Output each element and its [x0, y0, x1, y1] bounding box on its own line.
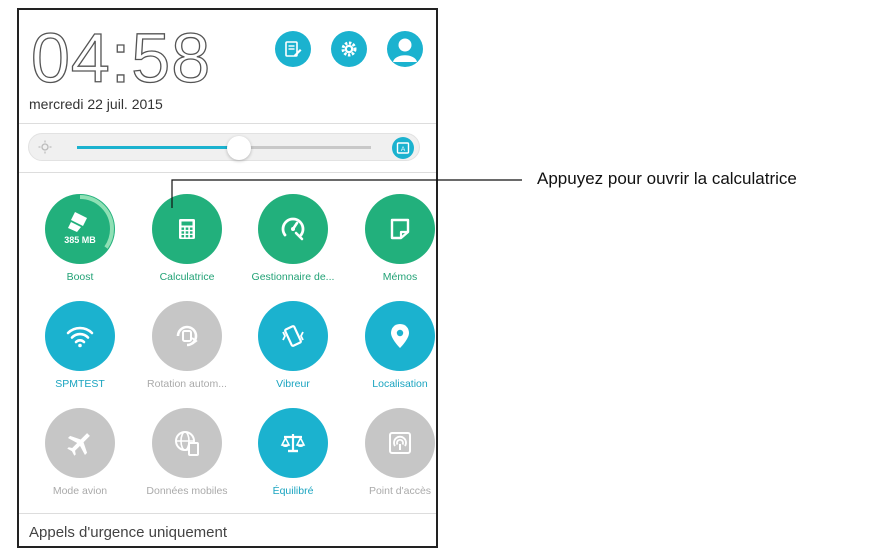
user-avatar-icon [393, 38, 417, 62]
brightness-slider[interactable]: A [28, 133, 420, 161]
balance-icon [280, 434, 306, 453]
divider [19, 123, 436, 124]
tile-label: Mémos [382, 271, 418, 283]
clock-date: mercredi 22 juil. 2015 [29, 96, 163, 112]
speed-manager-button[interactable] [258, 194, 328, 264]
calculator-icon [179, 219, 195, 239]
svg-text:A: A [401, 146, 406, 153]
memo-icon [390, 218, 410, 240]
tile-boost[interactable]: 385 MB Boost [28, 194, 132, 294]
tile-label: Localisation [372, 378, 428, 390]
location-icon [391, 324, 409, 348]
calculator-button[interactable] [152, 194, 222, 264]
brightness-fill [77, 146, 239, 149]
tile-balanced-mode[interactable]: Équilibré [241, 408, 345, 508]
divider [19, 172, 436, 173]
hotspot-icon [389, 432, 411, 454]
tile-location[interactable]: Localisation [348, 301, 436, 401]
user-avatar-button[interactable] [387, 31, 423, 67]
tile-label: Données mobiles [146, 485, 228, 497]
tile-vibrate[interactable]: Vibreur [241, 301, 345, 401]
tile-label: Point d'accès [368, 485, 432, 497]
boost-badge: 385 MB [64, 235, 96, 245]
mobile-data-icon [175, 431, 199, 456]
tile-wifi[interactable]: SPMTEST [28, 301, 132, 401]
hotspot-button[interactable] [365, 408, 435, 478]
airplane-icon [67, 433, 90, 456]
rotation-button[interactable] [152, 301, 222, 371]
auto-brightness-icon: A [396, 142, 410, 154]
wifi-icon [66, 326, 94, 348]
tile-airplane[interactable]: Mode avion [28, 408, 132, 508]
tile-hotspot[interactable]: Point d'accès [348, 408, 436, 508]
tile-label: Boost [66, 271, 94, 283]
balance-button[interactable] [258, 408, 328, 478]
tile-label: SPMTEST [55, 378, 105, 390]
clock-time: 04:58 [30, 19, 212, 97]
boost-icon: 385 MB [46, 195, 114, 263]
boost-button[interactable]: 385 MB [45, 194, 115, 264]
edit-button[interactable] [275, 31, 311, 67]
emergency-calls-text: Appels d'urgence uniquement [29, 524, 228, 541]
tile-mobile-data[interactable]: Données mobiles [135, 408, 239, 508]
tile-label: Calculatrice [159, 271, 215, 283]
brightness-icon [38, 140, 52, 154]
memo-button[interactable] [365, 194, 435, 264]
tile-label: Rotation autom... [147, 378, 227, 390]
airplane-button[interactable] [45, 408, 115, 478]
tile-speed-manager[interactable]: Gestionnaire de... [241, 194, 345, 294]
tile-label: Mode avion [52, 485, 108, 497]
tile-label: Gestionnaire de... [251, 271, 335, 283]
tile-label: Équilibré [272, 485, 314, 497]
callout-label: Appuyez pour ouvrir la calculatrice [537, 169, 797, 188]
rotation-icon [176, 325, 198, 347]
tile-calculator[interactable]: Calculatrice [135, 194, 239, 294]
settings-button[interactable] [331, 31, 367, 67]
tile-rotation[interactable]: Rotation autom... [135, 301, 239, 401]
edit-icon [285, 41, 302, 57]
gear-icon [341, 41, 357, 57]
wifi-button[interactable] [45, 301, 115, 371]
speed-manager-icon [281, 217, 305, 241]
brightness-thumb[interactable] [226, 136, 251, 160]
tile-memo[interactable]: Mémos [348, 194, 436, 294]
tile-label: Vibreur [276, 378, 310, 390]
quick-settings-panel: 04:58 mercredi 22 juil. 2015 A 385 MB Bo… [17, 8, 438, 548]
vibrate-button[interactable] [258, 301, 328, 371]
divider [19, 513, 436, 514]
vibrate-icon [282, 325, 304, 347]
location-button[interactable] [365, 301, 435, 371]
auto-brightness-button[interactable]: A [392, 137, 414, 159]
mobile-data-button[interactable] [152, 408, 222, 478]
